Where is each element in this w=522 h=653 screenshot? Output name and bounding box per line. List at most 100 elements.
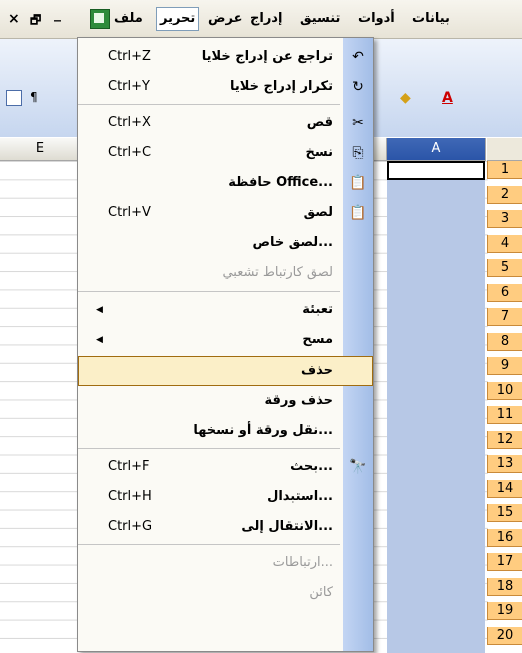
menu-item-label: بحث... bbox=[290, 459, 333, 474]
menu-item-label: استبدال... bbox=[267, 489, 333, 504]
menu-separator bbox=[78, 448, 340, 449]
menu-item[interactable]: نسخ Ctrl+C ⎘ bbox=[78, 138, 373, 168]
menu-item-label: تكرار إدراج خلايا bbox=[230, 79, 333, 94]
row-header[interactable]: 5 bbox=[487, 259, 522, 277]
menu-item-label: قص bbox=[306, 115, 333, 130]
copy-icon: ⎘ bbox=[352, 145, 364, 161]
row-header[interactable]: 8 bbox=[487, 332, 522, 351]
paste-special-icon[interactable] bbox=[6, 90, 22, 106]
menu-item[interactable]: حذف ورقة bbox=[78, 386, 373, 416]
menu-insert[interactable]: إدراج bbox=[250, 9, 282, 29]
redo-icon: ↻ bbox=[352, 79, 364, 95]
menu-item-label: لصق خاص... bbox=[252, 235, 333, 250]
menu-item: لصق كارتباط تشعبي bbox=[78, 258, 373, 288]
menu-item: كائن bbox=[78, 578, 373, 608]
fill-color-icon[interactable]: ◆ bbox=[400, 90, 411, 106]
menu-item[interactable]: قص Ctrl+X ✂ bbox=[78, 108, 373, 138]
font-color-icon[interactable]: A bbox=[442, 90, 453, 106]
menu-item[interactable]: تعبئة ◀ bbox=[78, 295, 373, 325]
menu-item-label: حافظة Office... bbox=[228, 175, 333, 190]
edit-menu: تراجع عن إدراج خلايا Ctrl+Z ↶ تكرار إدراج خ… bbox=[77, 37, 374, 652]
menu-separator bbox=[78, 544, 340, 545]
menu-item-label: حذف ورقة bbox=[264, 393, 333, 408]
row-header[interactable]: 11 bbox=[487, 406, 522, 424]
menu-item-label: حذف bbox=[301, 363, 333, 378]
menu-item-label: نقل ورقة أو نسخها... bbox=[193, 423, 333, 438]
menu-item-label: تعبئة bbox=[302, 302, 333, 317]
menu-item-shortcut: Ctrl+Y bbox=[108, 79, 150, 94]
menu-item[interactable]: لصق خاص... bbox=[78, 228, 373, 258]
menu-item-shortcut: Ctrl+V bbox=[108, 205, 151, 220]
row-header[interactable]: 20 bbox=[487, 626, 522, 645]
column-header-e[interactable]: E bbox=[0, 138, 81, 161]
toolbar-right: ◆ A bbox=[378, 86, 522, 114]
menu-item[interactable]: مسح ◀ bbox=[78, 325, 373, 355]
menu-item-label: تراجع عن إدراج خلايا bbox=[201, 49, 333, 64]
row-header[interactable]: 7 bbox=[487, 308, 522, 326]
menu-item[interactable]: لصق Ctrl+V 📋 bbox=[78, 198, 373, 228]
menu-edit[interactable]: تحرير bbox=[156, 7, 200, 31]
menu-item-label: مسح bbox=[302, 332, 333, 347]
undo-icon: ↶ bbox=[352, 49, 364, 65]
rtl-icon[interactable]: ¶ bbox=[30, 90, 38, 104]
menu-item-shortcut: Ctrl+C bbox=[108, 145, 152, 160]
row-header[interactable]: 9 bbox=[487, 357, 522, 375]
row-header[interactable]: 12 bbox=[487, 430, 522, 449]
find-icon: 🔭 bbox=[349, 459, 367, 475]
active-cell[interactable] bbox=[387, 161, 485, 180]
close-window-icon[interactable]: × bbox=[8, 11, 20, 27]
excel-doc-icon[interactable] bbox=[90, 9, 110, 29]
menu-bar: × 🗗 _ ملف تحرير عرض إدراج تنسيق أدوات بي… bbox=[0, 0, 522, 39]
menu-item-label: لصق كارتباط تشعبي bbox=[222, 265, 333, 280]
clipboard-icon: 📋 bbox=[349, 175, 367, 191]
restore-window-icon[interactable]: 🗗 bbox=[30, 11, 41, 32]
row-header[interactable]: 13 bbox=[487, 455, 522, 473]
paste-icon: 📋 bbox=[349, 205, 367, 221]
menu-item[interactable]: بحث... Ctrl+F 🔭 bbox=[78, 452, 373, 482]
row-header[interactable]: 14 bbox=[487, 479, 522, 498]
row-header[interactable]: 17 bbox=[487, 553, 522, 571]
menu-tools[interactable]: أدوات bbox=[358, 9, 395, 29]
row-header[interactable]: 6 bbox=[487, 283, 522, 302]
menu-item-shortcut: Ctrl+Z bbox=[108, 49, 151, 64]
menu-item[interactable]: نقل ورقة أو نسخها... bbox=[78, 416, 373, 446]
minimize-window-icon[interactable]: _ bbox=[54, 6, 61, 22]
menu-item: ارتباطات... bbox=[78, 548, 373, 578]
menu-item[interactable]: حذف bbox=[78, 356, 373, 386]
cut-icon: ✂ bbox=[352, 115, 364, 131]
menu-item-label: لصق bbox=[303, 205, 333, 220]
menu-item[interactable]: تكرار إدراج خلايا Ctrl+Y ↻ bbox=[78, 72, 373, 102]
menu-separator bbox=[78, 104, 340, 105]
row-header[interactable]: 16 bbox=[487, 528, 522, 547]
menu-item-label: الانتقال إلى... bbox=[241, 519, 333, 534]
menu-item-shortcut: Ctrl+G bbox=[108, 519, 153, 534]
row-header[interactable]: 1 bbox=[487, 161, 522, 179]
menu-format[interactable]: تنسيق bbox=[300, 9, 340, 29]
menu-item-label: ارتباطات... bbox=[272, 555, 333, 570]
row-header[interactable]: 19 bbox=[487, 602, 522, 620]
toolbar-left: ¶ bbox=[0, 86, 72, 114]
menu-item-label: نسخ bbox=[305, 145, 333, 160]
row-header[interactable]: 15 bbox=[487, 504, 522, 522]
select-all-corner[interactable] bbox=[487, 138, 522, 161]
row-header[interactable]: 18 bbox=[487, 577, 522, 596]
menu-item-shortcut: Ctrl+F bbox=[108, 459, 150, 474]
menu-separator bbox=[78, 291, 340, 292]
selected-column-a[interactable] bbox=[387, 161, 485, 653]
menu-file[interactable]: ملف bbox=[114, 9, 143, 29]
menu-item[interactable]: استبدال... Ctrl+H bbox=[78, 482, 373, 512]
menu-item[interactable]: تراجع عن إدراج خلايا Ctrl+Z ↶ bbox=[78, 42, 373, 72]
menu-item[interactable]: الانتقال إلى... Ctrl+G bbox=[78, 512, 373, 542]
menu-view[interactable]: عرض bbox=[208, 9, 242, 29]
menu-item-label: كائن bbox=[309, 585, 333, 600]
row-header[interactable]: 10 bbox=[487, 381, 522, 400]
row-header[interactable]: 3 bbox=[487, 210, 522, 228]
menu-item-shortcut: Ctrl+H bbox=[108, 489, 152, 504]
column-header-a[interactable]: A bbox=[387, 138, 486, 161]
submenu-arrow-icon: ◀ bbox=[96, 335, 103, 345]
menu-item[interactable]: حافظة Office... 📋 bbox=[78, 168, 373, 198]
row-header[interactable]: 4 bbox=[487, 234, 522, 253]
row-header[interactable]: 2 bbox=[487, 185, 522, 204]
submenu-arrow-icon: ◀ bbox=[96, 305, 103, 315]
menu-data[interactable]: بيانات bbox=[412, 9, 450, 29]
